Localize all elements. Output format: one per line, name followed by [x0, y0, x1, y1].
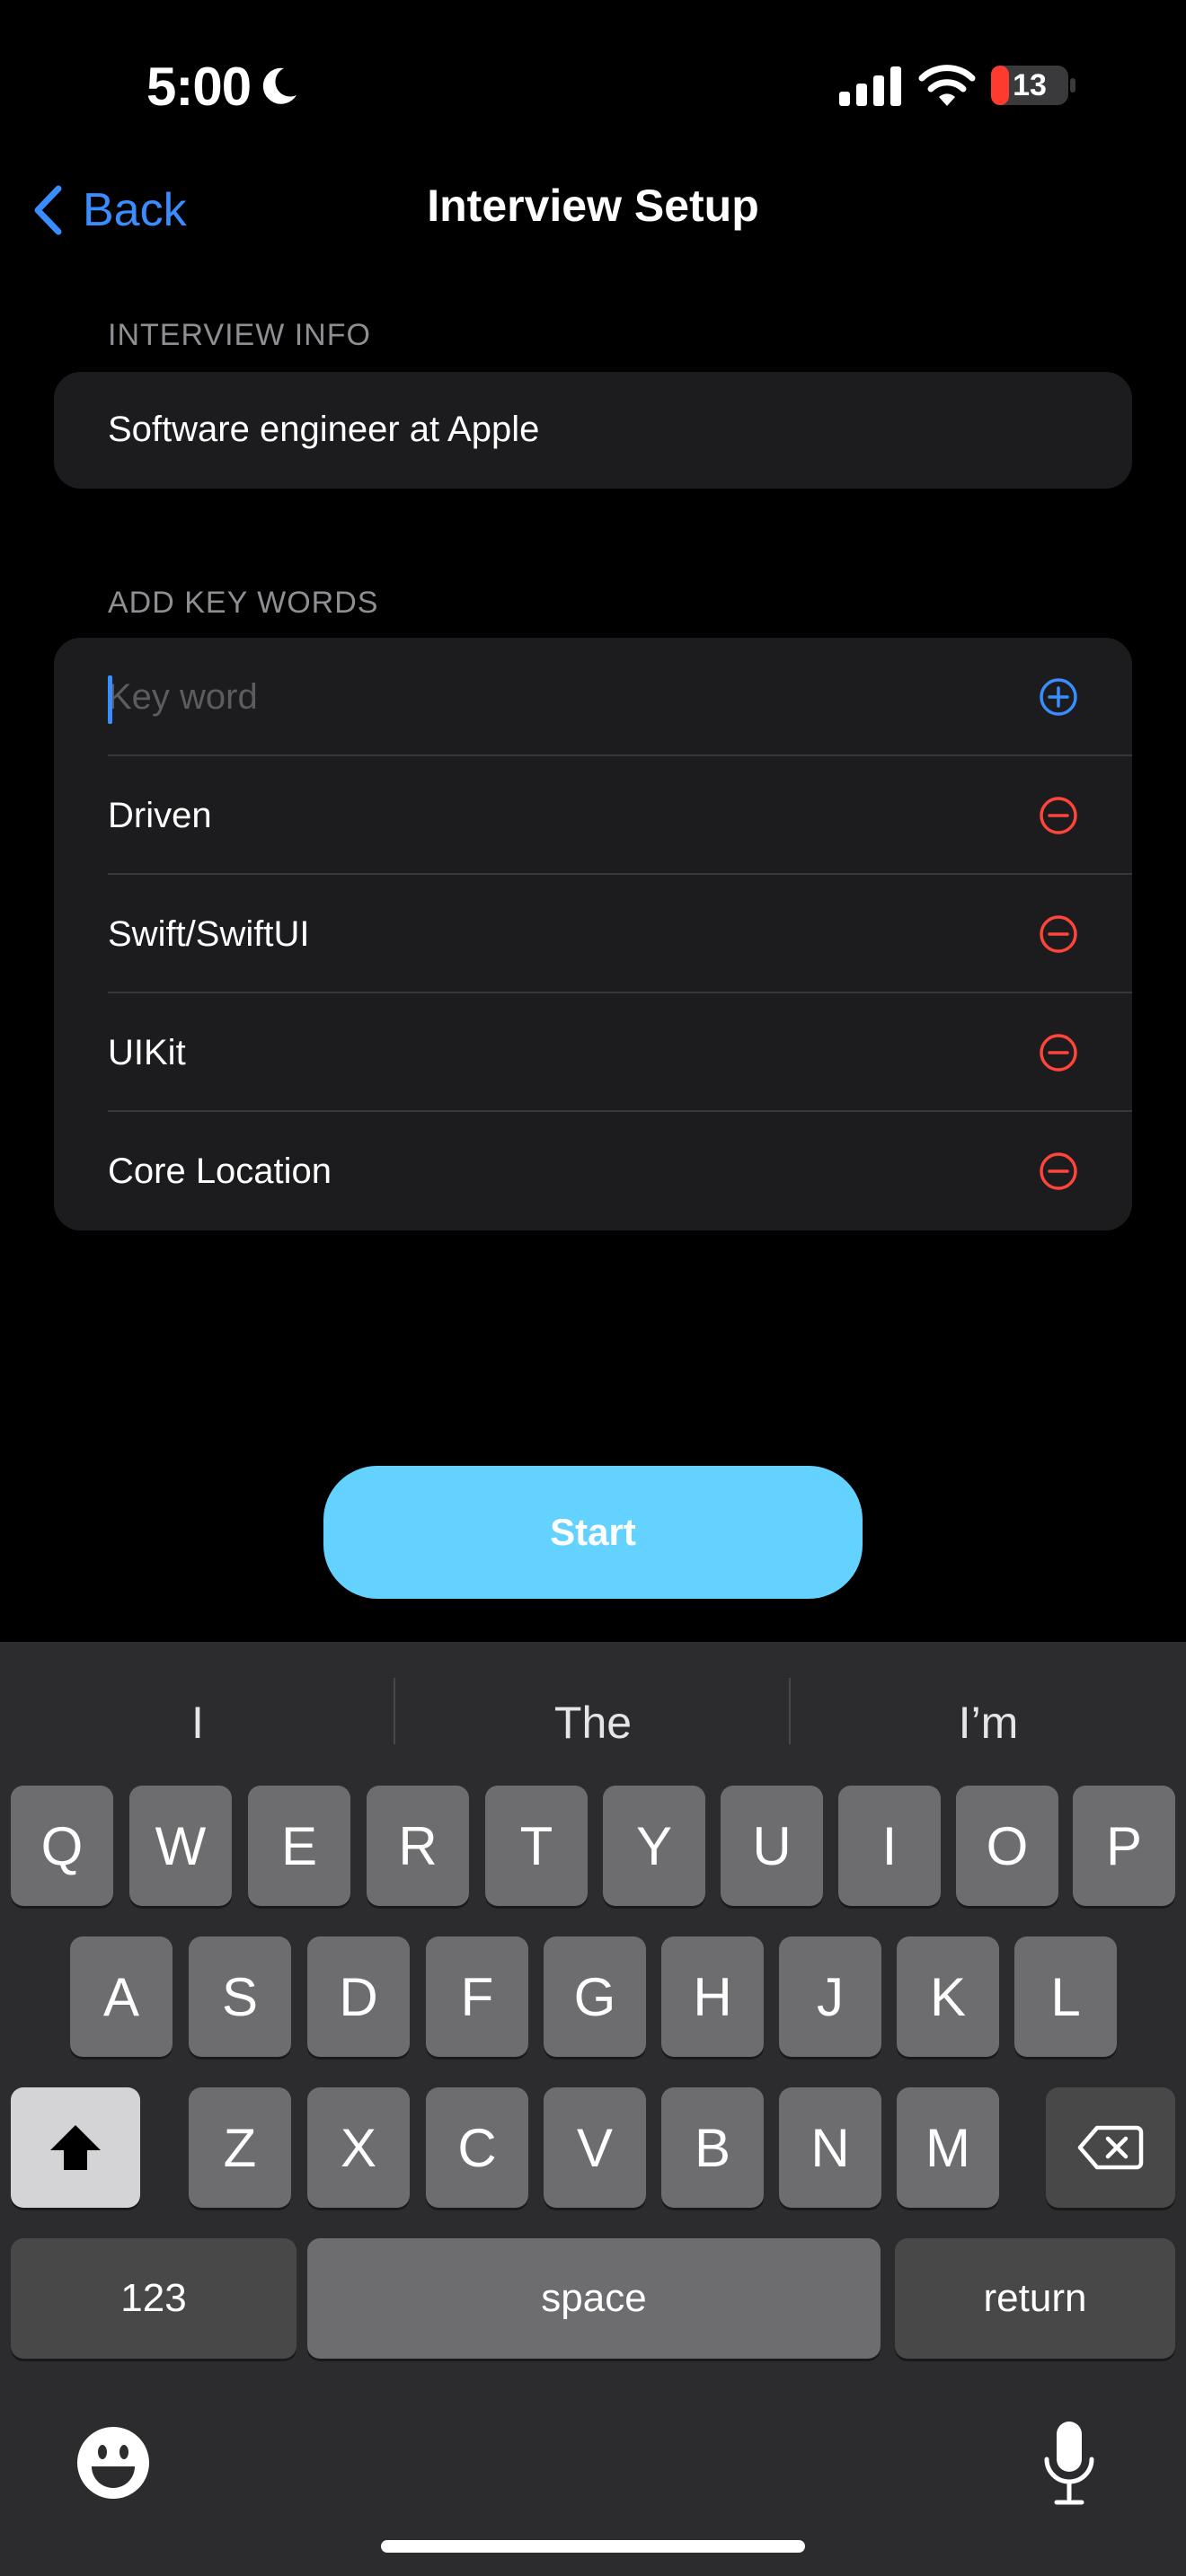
key-g[interactable]: G [544, 1936, 646, 2057]
key-r[interactable]: R [367, 1786, 469, 1906]
key-x[interactable]: X [307, 2087, 410, 2208]
key-q[interactable]: Q [11, 1786, 113, 1906]
key-d[interactable]: D [307, 1936, 410, 2057]
home-indicator[interactable] [381, 2540, 805, 2553]
interview-info-value: Software engineer at Apple [108, 410, 540, 449]
keyword-input[interactable]: Key word [108, 677, 258, 718]
remove-circle-icon[interactable] [1039, 1151, 1078, 1191]
remove-circle-icon[interactable] [1039, 914, 1078, 954]
suggestion-1[interactable]: I [0, 1678, 395, 1768]
delete-key[interactable] [1046, 2087, 1175, 2208]
numbers-key[interactable]: 123 [11, 2238, 296, 2359]
emoji-icon[interactable] [75, 2425, 151, 2501]
key-t[interactable]: T [485, 1786, 588, 1906]
keyword-row: Core Location [54, 1112, 1132, 1231]
battery-indicator: 13 [990, 65, 1076, 106]
keyword-input-row[interactable]: Key word [54, 638, 1132, 756]
keywords-list: Key word Driven Swift/SwiftUI UIKit Core… [54, 638, 1132, 1231]
key-h[interactable]: H [661, 1936, 764, 2057]
suggestion-2[interactable]: The [395, 1678, 791, 1768]
remove-circle-icon[interactable] [1039, 1033, 1078, 1072]
cellular-signal-icon [839, 66, 901, 106]
delete-icon [1077, 2125, 1144, 2170]
key-u[interactable]: U [721, 1786, 823, 1906]
microphone-icon[interactable] [1042, 2420, 1096, 2508]
key-s[interactable]: S [189, 1936, 291, 2057]
space-key[interactable]: space [307, 2238, 881, 2359]
key-f[interactable]: F [426, 1936, 528, 2057]
suggestion-3[interactable]: I’m [791, 1678, 1186, 1768]
page-title: Interview Setup [427, 181, 759, 231]
keyword-label: Core Location [108, 1151, 332, 1191]
key-e[interactable]: E [248, 1786, 350, 1906]
key-m[interactable]: M [897, 2087, 999, 2208]
start-button[interactable]: Start [323, 1466, 863, 1599]
moon-icon [262, 67, 296, 104]
key-w[interactable]: W [129, 1786, 232, 1906]
keyword-label: UIKit [108, 1032, 186, 1072]
interview-info-field[interactable]: Software engineer at Apple [54, 372, 1132, 489]
keyword-row: Swift/SwiftUI [54, 875, 1132, 993]
add-circle-icon[interactable] [1039, 677, 1078, 717]
keyword-label: Driven [108, 795, 212, 835]
key-y[interactable]: Y [603, 1786, 705, 1906]
key-o[interactable]: O [956, 1786, 1058, 1906]
wifi-icon [918, 65, 976, 106]
key-p[interactable]: P [1073, 1786, 1175, 1906]
key-j[interactable]: J [779, 1936, 881, 2057]
key-l[interactable]: L [1014, 1936, 1117, 2057]
keyword-label: Swift/SwiftUI [108, 913, 310, 954]
key-b[interactable]: B [661, 2087, 764, 2208]
shift-icon [50, 2125, 101, 2170]
key-n[interactable]: N [779, 2087, 881, 2208]
interview-info-section-label: INTERVIEW INFO [108, 318, 371, 352]
key-a[interactable]: A [70, 1936, 173, 2057]
key-k[interactable]: K [897, 1936, 999, 2057]
key-z[interactable]: Z [189, 2087, 291, 2208]
keyword-row: Driven [54, 756, 1132, 875]
text-cursor [108, 675, 112, 724]
remove-circle-icon[interactable] [1039, 796, 1078, 835]
keywords-section-label: ADD KEY WORDS [108, 586, 379, 620]
key-v[interactable]: V [544, 2087, 646, 2208]
keyword-row: UIKit [54, 993, 1132, 1112]
key-c[interactable]: C [426, 2087, 528, 2208]
battery-level: 13 [1013, 68, 1047, 102]
key-i[interactable]: I [838, 1786, 941, 1906]
status-time: 5:00 [146, 57, 252, 117]
return-key[interactable]: return [895, 2238, 1175, 2359]
keyboard: I The I’m Q W E R T Y U I O P A S D F G … [0, 1642, 1186, 2576]
shift-key[interactable] [11, 2087, 140, 2208]
